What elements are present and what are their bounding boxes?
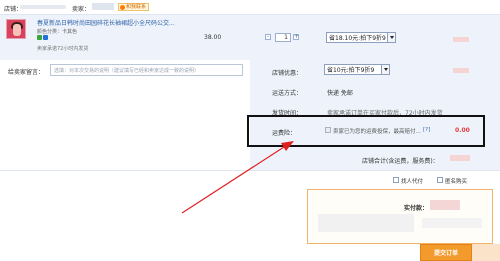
arrow-head-icon [281,141,294,151]
annotation-arrow [181,141,294,214]
arrow-shaft [181,146,285,214]
